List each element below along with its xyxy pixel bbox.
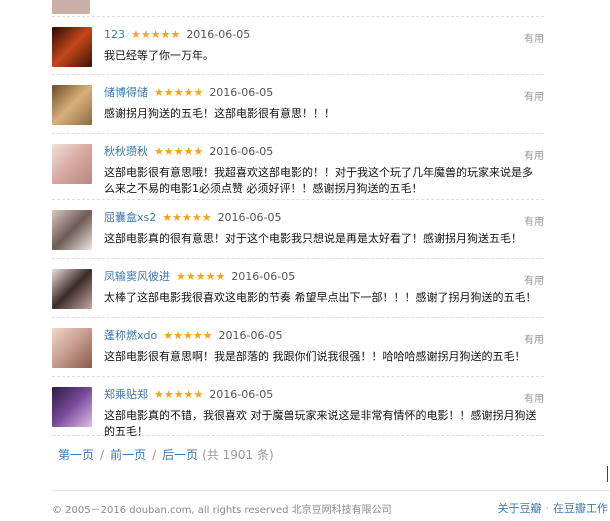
previous-comment-stub [52,0,544,17]
comment-text: 我已经等了你一万年。 [104,49,214,62]
useful-vote-link[interactable]: 有用 [524,147,544,162]
comment-date: 2016-06-05 [217,211,282,224]
useful-vote-link[interactable]: 有用 [524,272,544,287]
comment-meta: 屈囊盒xs2 ★★★★★ 2016-06-05 [104,211,282,225]
rating-stars: ★★★★★ [154,145,204,158]
avatar[interactable] [52,85,92,125]
avatar[interactable] [52,27,92,67]
author-link[interactable]: 凤输窦风彼进 [104,270,170,283]
comment-meta: 储博得储 ★★★★★ 2016-06-05 [104,86,273,100]
comment-meta: 蓬称燃xdo ★★★★★ 2016-06-05 [104,329,282,343]
avatar[interactable] [52,328,92,368]
comment-text: 这部电影很有意思啊！我是部落的 我跟你们说我很强！！哈哈哈感谢拐月狗送的五毛！ [104,350,526,363]
avatar[interactable] [52,144,92,184]
avatar[interactable] [52,387,92,427]
rating-stars: ★★★★★ [154,86,204,99]
comment-item: 郑乘贴郑 ★★★★★ 2016-06-05 有用 这部电影真的不错，我很喜欢 对于魔… [52,377,544,438]
author-link[interactable]: 蓬称燃xdo [104,329,157,342]
comment-text: 太棒了这部电影我很喜欢这电影的节奏 希望早点出下一部！！！感谢了拐月狗送的五毛！ [104,291,537,304]
rating-stars: ★★★★★ [176,270,226,283]
comment-date: 2016-06-05 [209,86,274,99]
copyright-text: © 2005－2016 douban.com, all rights reser… [52,505,392,516]
comment-list: 123 ★★★★★ 2016-06-05 有用 我已经等了你一万年。 储博得储 ★★★… [52,0,544,438]
comment-item: 秋秋瓒秋 ★★★★★ 2016-06-05 有用 这部电影很有意思哦！我超喜欢这部电… [52,134,544,200]
useful-vote-link[interactable]: 有用 [524,331,544,346]
rating-stars: ★★★★★ [154,388,204,401]
rating-stars: ★★★★★ [162,211,212,224]
comment-item: 凤输窦风彼进 ★★★★★ 2016-06-05 有用 太棒了这部电影我很喜欢这电影的… [52,259,544,318]
avatar[interactable] [52,210,92,250]
author-link[interactable]: 123 [104,28,125,41]
pager-separator: / [152,448,157,462]
pagination: 第一页 / 前一页 / 后一页 (共 1901 条) [58,446,274,463]
divider [607,466,608,482]
total-count: (共 1901 条) [202,448,274,462]
prev-page-link[interactable]: 前一页 [110,448,146,462]
avatar[interactable] [52,0,90,14]
avatar[interactable] [52,269,92,309]
comment-date: 2016-06-05 [218,329,283,342]
pager-separator: / [100,448,105,462]
useful-vote-link[interactable]: 有用 [524,30,544,45]
comment-item: 屈囊盒xs2 ★★★★★ 2016-06-05 有用 这部电影真的很有意思！对于这个… [52,200,544,259]
comment-date: 2016-06-05 [186,28,251,41]
author-link[interactable]: 郑乘贴郑 [104,388,148,401]
useful-vote-link[interactable]: 有用 [524,213,544,228]
useful-vote-link[interactable]: 有用 [524,88,544,103]
comment-date: 2016-06-05 [209,145,274,158]
about-douban-link[interactable]: 关于豆瓣 [498,502,542,515]
jobs-link[interactable]: 在豆瓣工作 [553,502,608,515]
footer-separator: · [545,502,550,515]
comment-meta: 郑乘贴郑 ★★★★★ 2016-06-05 [104,388,273,402]
next-page-link[interactable]: 后一页 [162,448,198,462]
author-link[interactable]: 秋秋瓒秋 [104,145,148,158]
comment-date: 2016-06-05 [209,388,274,401]
comment-text: 这部电影真的不错，我很喜欢 对于魔兽玩家来说这是非常有情怀的电影！！感谢拐月狗送… [104,409,537,438]
comment-meta: 秋秋瓒秋 ★★★★★ 2016-06-05 [104,145,273,159]
comment-text: 这部电影很有意思哦！我超喜欢这部电影的！！对于我这个玩了几年魔兽的玩家来说是多么… [104,166,533,195]
comment-date: 2016-06-05 [231,270,296,283]
first-page-link[interactable]: 第一页 [58,448,94,462]
footer-divider [52,490,610,491]
footer-links: 关于豆瓣 · 在豆瓣工作 [498,500,609,516]
comment-item: 储博得储 ★★★★★ 2016-06-05 有用 感谢拐月狗送的五毛！这部电影很有意… [52,75,544,134]
comment-meta: 123 ★★★★★ 2016-06-05 [104,28,250,42]
rating-stars: ★★★★★ [131,28,181,41]
author-link[interactable]: 储博得储 [104,86,148,99]
comment-text: 感谢拐月狗送的五毛！这部电影很有意思！！！ [104,107,335,120]
comment-item: 蓬称燃xdo ★★★★★ 2016-06-05 有用 这部电影很有意思啊！我是部落的… [52,318,544,377]
author-link[interactable]: 屈囊盒xs2 [104,211,156,224]
comment-text: 这部电影真的很有意思！对于这个电影我只想说是再是太好看了！感谢拐月狗送五毛！ [104,232,522,245]
comment-item: 123 ★★★★★ 2016-06-05 有用 我已经等了你一万年。 [52,17,544,75]
useful-vote-link[interactable]: 有用 [524,390,544,405]
comment-meta: 凤输窦风彼进 ★★★★★ 2016-06-05 [104,270,295,284]
rating-stars: ★★★★★ [163,329,213,342]
